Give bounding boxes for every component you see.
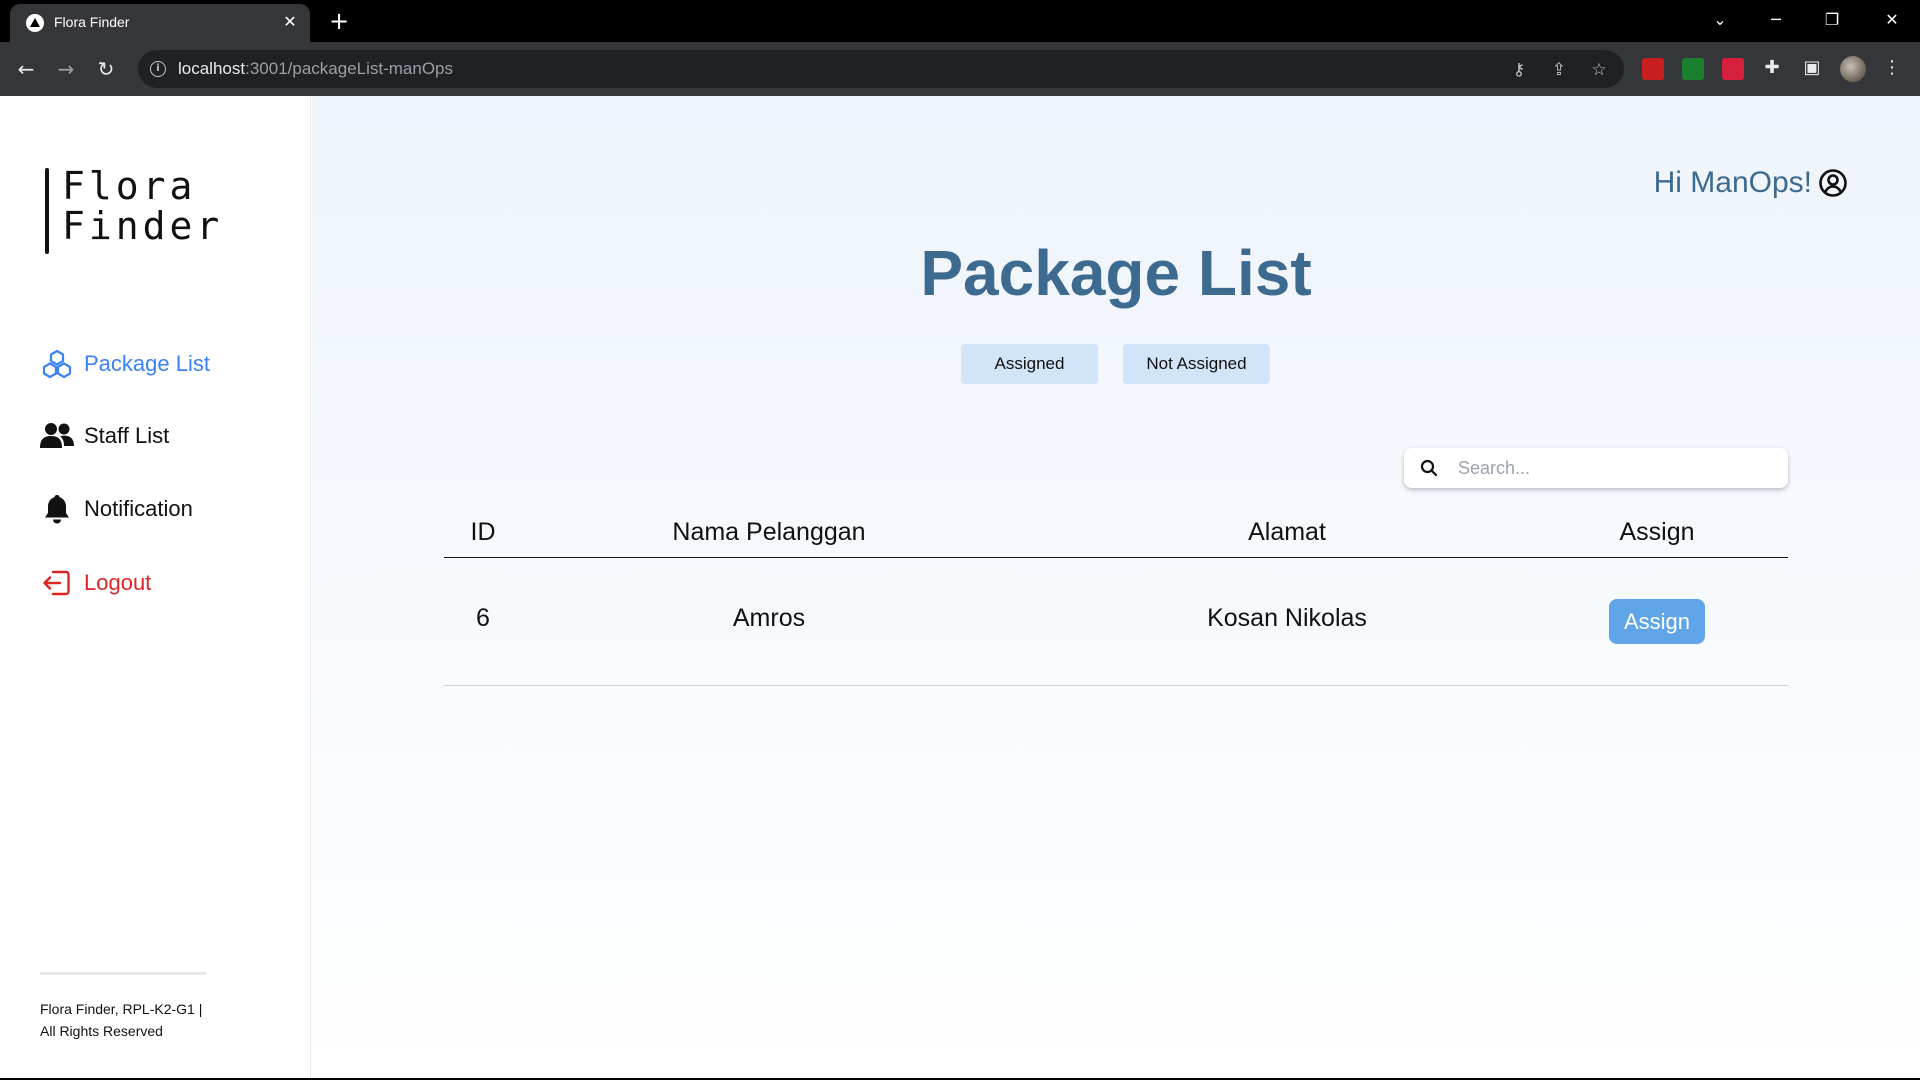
reload-icon[interactable]: ↻ [92,55,120,83]
forward-arrow-icon[interactable]: → [52,55,80,83]
cell-id: 6 [476,604,490,632]
assign-button[interactable]: Assign [1609,599,1705,644]
logo-bar [45,168,49,254]
restore-window-icon[interactable]: ❐ [1812,4,1852,36]
sidebar-item-label: Package List [84,351,210,376]
sidebar-item-notification[interactable]: Notification [40,489,193,529]
bell-icon [40,492,74,526]
column-header-assign: Assign [1619,518,1695,546]
user-circle-icon[interactable] [1818,168,1848,198]
triangle-favicon-icon [26,14,44,32]
tab-title: Flora Finder [54,14,130,30]
browser-tab-strip: Flora Finder ✕ + ⌄ ─ ❐ ✕ [0,0,1920,42]
side-panel-icon[interactable]: ▣ [1800,56,1824,80]
logout-icon [40,566,74,600]
tab-search-chevron-icon[interactable]: ⌄ [1700,4,1740,36]
extension-red-icon[interactable] [1642,58,1664,80]
page: Flora Finder Package List Staff List Not… [0,96,1920,1078]
minimize-window-icon[interactable]: ─ [1756,4,1796,36]
column-header-id: ID [470,518,496,546]
tab-close-icon[interactable]: ✕ [280,12,300,32]
site-info-icon[interactable]: i [150,61,166,77]
url-text[interactable]: localhost:3001/packageList-manOps [178,59,453,79]
table-header-row: ID Nama Pelanggan Alamat Assign [444,508,1788,558]
greeting-text: Hi ManOps! [1653,166,1812,199]
search-box[interactable] [1404,448,1788,488]
filter-not-assigned-button[interactable]: Not Assigned [1123,344,1270,384]
sidebar-item-logout[interactable]: Logout [40,563,151,603]
filter-assigned-button[interactable]: Assigned [961,344,1098,384]
browser-tab[interactable]: Flora Finder ✕ [10,4,310,42]
sidebar-item-staff-list[interactable]: Staff List [40,416,169,456]
sidebar-item-label: Logout [84,570,152,595]
extensions-puzzle-icon[interactable]: ✚ [1760,56,1784,80]
back-arrow-icon[interactable]: ← [12,55,40,83]
new-tab-button[interactable]: + [325,8,353,36]
profile-avatar[interactable] [1840,56,1866,82]
address-bar[interactable]: i localhost:3001/packageList-manOps ⚷ ⇪ … [138,50,1624,88]
sidebar-divider [40,972,206,975]
package-table: ID Nama Pelanggan Alamat Assign 6 Amros … [444,508,1788,686]
table-row: 6 Amros Kosan Nikolas Assign [444,558,1788,686]
users-icon [40,419,74,453]
page-title: Package List [920,237,1312,309]
search-icon [1420,459,1438,477]
cubes-icon [40,347,74,381]
user-greeting[interactable]: Hi ManOps! [1654,166,1848,200]
column-header-nama-pelanggan: Nama Pelanggan [672,518,866,546]
key-icon[interactable]: ⚷ [1508,59,1530,81]
logo-text: Flora Finder [62,164,224,248]
search-input[interactable] [1458,448,1768,488]
extension-pink-icon[interactable] [1722,58,1744,80]
sidebar-footer: Flora Finder, RPL-K2-G1 | All Rights Res… [40,1001,203,1039]
sidebar-item-label: Staff List [84,423,170,448]
share-icon[interactable]: ⇪ [1548,59,1570,81]
browser-menu-icon[interactable]: ⋮ [1880,56,1904,80]
sidebar-item-package-list[interactable]: Package List [40,344,210,384]
browser-toolbar: ← → ↻ i localhost:3001/packageList-manOp… [0,42,1920,96]
cell-alamat: Kosan Nikolas [1207,604,1367,632]
main-content: Hi ManOps! Package List Assigned Not Ass… [312,96,1920,1078]
cell-nama-pelanggan: Amros [732,604,806,632]
bookmark-star-icon[interactable]: ☆ [1588,59,1610,81]
flora-finder-logo[interactable]: Flora Finder [42,166,219,258]
sidebar: Flora Finder Package List Staff List Not… [0,96,311,1078]
sidebar-item-label: Notification [84,496,193,521]
close-window-icon[interactable]: ✕ [1872,4,1912,36]
extension-green-icon[interactable] [1682,58,1704,80]
column-header-alamat: Alamat [1248,518,1326,546]
